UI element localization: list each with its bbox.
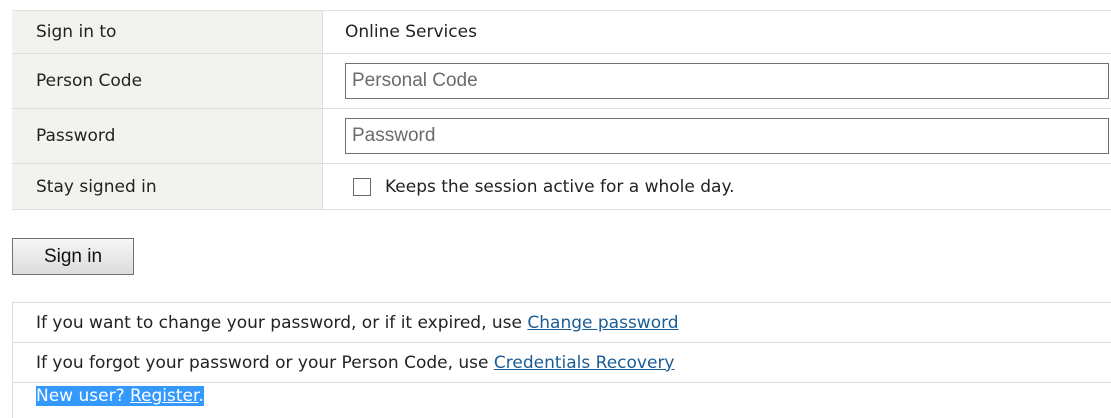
signin-form-table: Sign in to Online Services Person Code P… <box>12 10 1111 210</box>
form-row-password: Password <box>12 109 1111 164</box>
password-input[interactable] <box>345 118 1109 154</box>
change-password-text: If you want to change your password, or … <box>36 313 527 333</box>
register-suffix: . <box>198 386 203 406</box>
stay-signed-in-option: Keeps the session active for a whole day… <box>353 177 1111 197</box>
stay-signed-in-description[interactable]: Keeps the session active for a whole day… <box>385 177 735 197</box>
credentials-recovery-link[interactable]: Credentials Recovery <box>494 353 675 373</box>
register-text: New user? <box>36 386 130 406</box>
help-row-recovery: If you forgot your password or your Pers… <box>12 343 1111 383</box>
form-row-sign-in-to: Sign in to Online Services <box>12 11 1111 54</box>
stay-signed-in-checkbox[interactable] <box>353 178 371 196</box>
form-label-person-code: Person Code <box>12 54 323 109</box>
sign-in-button[interactable]: Sign in <box>12 238 134 275</box>
register-link[interactable]: Register <box>130 386 198 406</box>
form-row-stay-signed-in: Stay signed in Keeps the session active … <box>12 164 1111 210</box>
form-cell-person-code <box>323 54 1111 109</box>
form-row-person-code: Person Code <box>12 54 1111 109</box>
help-row-register: New user? Register. <box>12 383 1111 418</box>
form-cell-password <box>323 109 1111 164</box>
help-links-box: If you want to change your password, or … <box>12 302 1111 418</box>
form-label-password: Password <box>12 109 323 164</box>
person-code-input[interactable] <box>345 63 1109 99</box>
register-selection: New user? Register. <box>36 386 204 406</box>
form-cell-stay-signed-in: Keeps the session active for a whole day… <box>323 164 1111 210</box>
help-row-change-password: If you want to change your password, or … <box>12 303 1111 343</box>
recovery-text: If you forgot your password or your Pers… <box>36 353 494 373</box>
service-name: Online Services <box>323 11 1111 54</box>
form-label-sign-in-to: Sign in to <box>12 11 323 54</box>
change-password-link[interactable]: Change password <box>527 313 678 333</box>
form-label-stay-signed-in: Stay signed in <box>12 164 323 210</box>
